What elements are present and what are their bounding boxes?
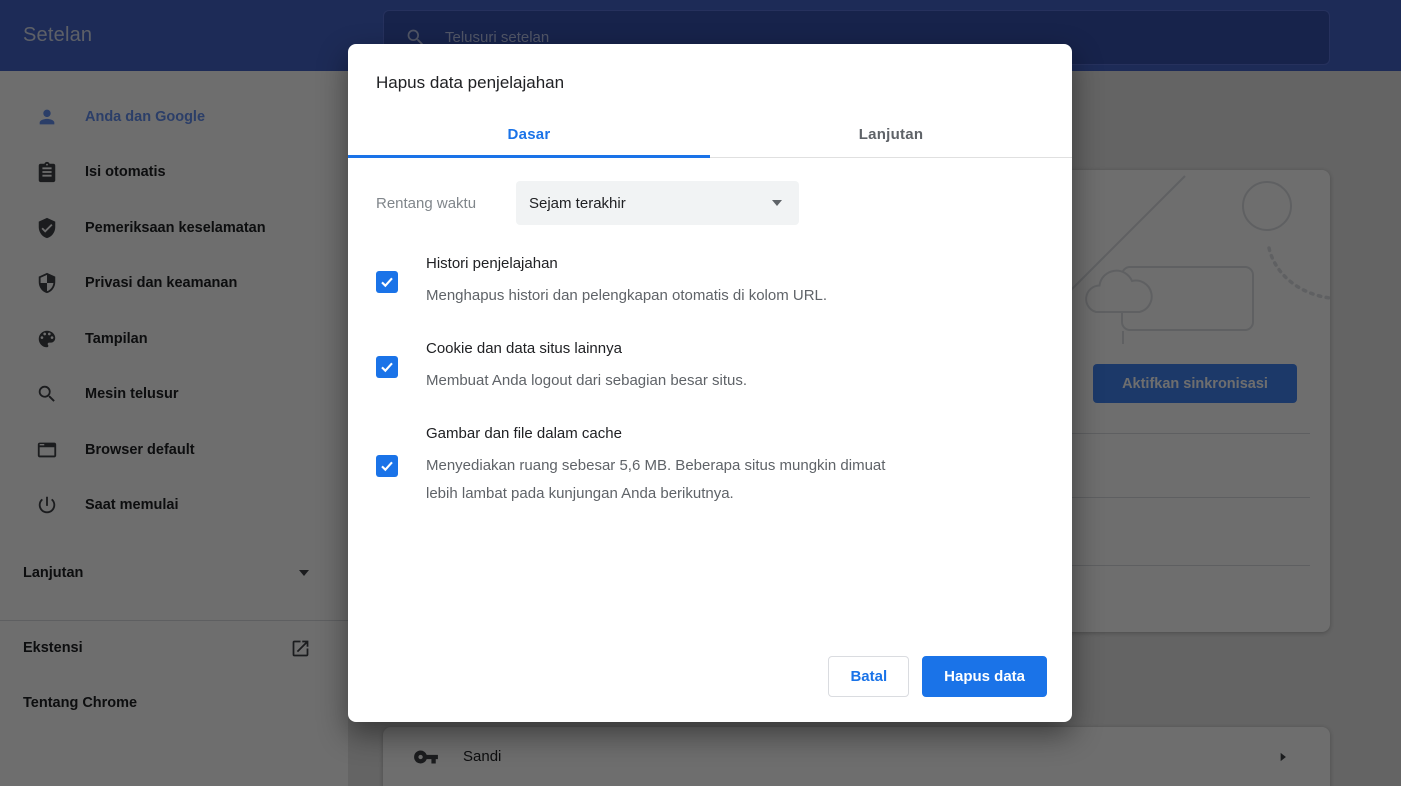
checkbox-description: Menghapus histori dan pelengkapan otomat… bbox=[426, 282, 827, 310]
dialog-title: Hapus data penjelajahan bbox=[348, 44, 1072, 95]
chevron-down-icon bbox=[772, 200, 782, 206]
checkbox-text: Cookie dan data situs lainnya Membuat An… bbox=[426, 338, 747, 395]
checkbox-text: Gambar dan file dalam cache Menyediakan … bbox=[426, 423, 918, 508]
tab-advanced[interactable]: Lanjutan bbox=[710, 111, 1072, 157]
cancel-button[interactable]: Batal bbox=[828, 656, 909, 697]
checkbox-text: Histori penjelajahan Menghapus histori d… bbox=[426, 253, 827, 310]
checkbox-label: Histori penjelajahan bbox=[426, 253, 827, 275]
dialog-body: Rentang waktu Sejam terakhir Histori pen… bbox=[348, 181, 1072, 508]
checkbox-label: Gambar dan file dalam cache bbox=[426, 423, 918, 445]
checkbox-description: Membuat Anda logout dari sebagian besar … bbox=[426, 367, 747, 395]
time-range-label: Rentang waktu bbox=[376, 195, 502, 212]
checkbox-row-cached-files: Gambar dan file dalam cache Menyediakan … bbox=[376, 423, 1044, 508]
checkbox-row-browsing-history: Histori penjelajahan Menghapus histori d… bbox=[376, 253, 1044, 310]
chrome-settings-page: Setelan Telusuri setelan Anda dan Google… bbox=[0, 0, 1401, 786]
checkmark-icon bbox=[379, 458, 395, 474]
clear-browsing-data-dialog: Hapus data penjelajahan Dasar Lanjutan R… bbox=[348, 44, 1072, 722]
time-range-select[interactable]: Sejam terakhir bbox=[516, 181, 799, 225]
checkmark-icon bbox=[379, 359, 395, 375]
clear-data-button[interactable]: Hapus data bbox=[922, 656, 1047, 697]
cached-files-checkbox[interactable] bbox=[376, 455, 398, 477]
tab-basic[interactable]: Dasar bbox=[348, 111, 710, 157]
cookies-checkbox[interactable] bbox=[376, 356, 398, 378]
dialog-footer: Batal Hapus data bbox=[803, 656, 1072, 722]
dialog-tabs: Dasar Lanjutan bbox=[348, 111, 1072, 158]
time-range-row: Rentang waktu Sejam terakhir bbox=[376, 181, 1044, 225]
time-range-value: Sejam terakhir bbox=[529, 195, 626, 212]
browsing-history-checkbox[interactable] bbox=[376, 271, 398, 293]
checkmark-icon bbox=[379, 274, 395, 290]
checkbox-row-cookies: Cookie dan data situs lainnya Membuat An… bbox=[376, 338, 1044, 395]
checkbox-label: Cookie dan data situs lainnya bbox=[426, 338, 747, 360]
checkbox-description: Menyediakan ruang sebesar 5,6 MB. Bebera… bbox=[426, 452, 918, 508]
